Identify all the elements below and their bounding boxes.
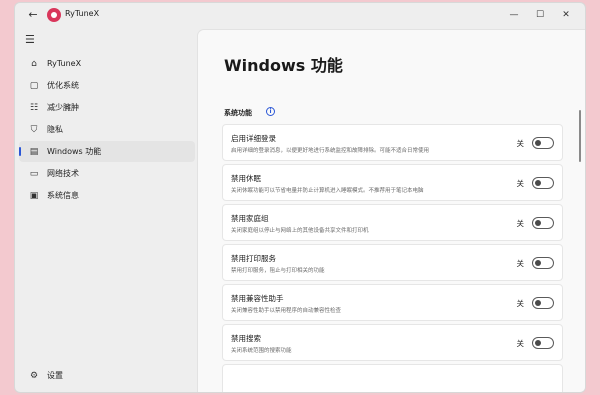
sidebar-item-network[interactable]: ▭ 网络技术: [19, 163, 195, 184]
feature-description: 关闭休眠功能可以节省电量并防止计算机进入睡眠模式。不推荐用于笔记本电脑: [231, 188, 424, 194]
close-button[interactable]: ✕: [553, 7, 579, 23]
section-label: 系统功能: [224, 109, 252, 117]
toggle-switch[interactable]: [532, 337, 554, 349]
feature-title: 禁用搜索: [231, 334, 261, 343]
minimize-button[interactable]: —: [501, 7, 527, 23]
feature-card-print-service: 禁用打印服务 禁用打印服务，阻止与打印相关的功能 关: [222, 244, 563, 281]
feature-description: 关闭家庭组以停止与网络上的其他设备共享文件和打印机: [231, 228, 369, 234]
sidebar-item-system-info[interactable]: ▣ 系统信息: [19, 185, 195, 206]
feature-description: 禁用打印服务，阻止与打印相关的功能: [231, 268, 325, 274]
feature-card-hibernation: 禁用休眠 关闭休眠功能可以节省电量并防止计算机进入睡眠模式。不推荐用于笔记本电脑…: [222, 164, 563, 201]
feature-title: 启用详细登录: [231, 134, 276, 143]
sidebar-item-settings[interactable]: ⚙ 设置: [19, 365, 195, 386]
sidebar-item-windows-features[interactable]: ▤ Windows 功能: [19, 141, 195, 162]
sidebar-item-label: RyTuneX: [47, 59, 82, 68]
optimize-icon: ▢: [29, 80, 39, 91]
sidebar-item-privacy[interactable]: ⛉ 隐私: [19, 119, 195, 140]
info-icon[interactable]: i: [266, 107, 275, 116]
feature-title: 禁用兼容性助手: [231, 294, 284, 303]
toggle-switch[interactable]: [532, 297, 554, 309]
toggle-state-label: 关: [516, 259, 525, 268]
title-bar: ← RyTuneX — ☐ ✕: [15, 3, 585, 27]
system-info-icon: ▣: [29, 190, 39, 201]
page-title: Windows 功能: [224, 56, 343, 75]
toggle-state-label: 关: [516, 139, 525, 148]
sidebar-item-label: 设置: [47, 371, 63, 380]
feature-card-verbose-logon: 启用详细登录 启用详细的登录消息，以便更好地进行系统监控和故障排除。可能不适合日…: [222, 124, 563, 161]
feature-description: 关闭兼容性助手以禁用程序的自动兼容性检查: [231, 308, 342, 314]
toggle-switch[interactable]: [532, 177, 554, 189]
windows-features-icon: ▤: [29, 146, 39, 157]
sidebar-item-label: 优化系统: [47, 81, 79, 90]
feature-card-homegroup: 禁用家庭组 关闭家庭组以停止与网络上的其他设备共享文件和打印机 关: [222, 204, 563, 241]
feature-title: 禁用打印服务: [231, 254, 276, 263]
rytunex-logo-icon: [47, 8, 61, 22]
app-title: RyTuneX: [65, 9, 100, 18]
shield-icon: ⛉: [30, 124, 38, 135]
sidebar-item-label: 隐私: [47, 125, 63, 134]
home-icon: ⌂: [31, 58, 37, 69]
main-content: Windows 功能 系统功能 i 启用详细登录 启用详细的登录消息，以便更好地…: [197, 29, 585, 392]
maximize-button[interactable]: ☐: [527, 7, 553, 23]
scrollbar-thumb[interactable]: [579, 110, 581, 162]
feature-card-partial: [222, 364, 563, 392]
feature-description: 启用详细的登录消息，以便更好地进行系统监控和故障排除。可能不适合日常使用: [231, 148, 430, 154]
sidebar-item-label: 网络技术: [47, 169, 79, 178]
toggle-switch[interactable]: [532, 217, 554, 229]
sidebar-nav: ⌂ RyTuneX ▢ 优化系统 ☷ 减少臃肿 ⛉ 隐私 ▤ Windows 功…: [19, 53, 195, 207]
feature-card-compat-assistant: 禁用兼容性助手 关闭兼容性助手以禁用程序的自动兼容性检查 关: [222, 284, 563, 321]
sidebar-item-rytunex[interactable]: ⌂ RyTuneX: [19, 53, 195, 74]
app-window: ← RyTuneX — ☐ ✕ ☰ ⌂ RyTuneX ▢ 优化系统 ☷ 减少臃…: [14, 2, 586, 393]
sidebar-item-debloat[interactable]: ☷ 减少臃肿: [19, 97, 195, 118]
toggle-switch[interactable]: [532, 257, 554, 269]
toggle-state-label: 关: [516, 299, 525, 308]
sidebar-item-label: Windows 功能: [47, 147, 102, 156]
sidebar-item-label: 减少臃肿: [47, 103, 79, 112]
toggle-state-label: 关: [516, 179, 525, 188]
toggle-state-label: 关: [516, 339, 525, 348]
sidebar-item-optimize[interactable]: ▢ 优化系统: [19, 75, 195, 96]
feature-list: 启用详细登录 启用详细的登录消息，以便更好地进行系统监控和故障排除。可能不适合日…: [222, 124, 563, 392]
toggle-state-label: 关: [516, 219, 525, 228]
feature-card-search: 禁用搜索 关闭系统范围的搜索功能 关: [222, 324, 563, 361]
feature-title: 禁用家庭组: [231, 214, 269, 223]
network-icon: ▭: [29, 168, 39, 179]
sidebar-item-label: 系统信息: [47, 191, 79, 200]
feature-description: 关闭系统范围的搜索功能: [231, 348, 292, 354]
gear-icon: ⚙: [29, 370, 39, 381]
toggle-switch[interactable]: [532, 137, 554, 149]
debloat-icon: ☷: [29, 102, 39, 113]
menu-toggle-button[interactable]: ☰: [25, 33, 41, 47]
back-button[interactable]: ←: [25, 7, 41, 23]
feature-title: 禁用休眠: [231, 174, 261, 183]
